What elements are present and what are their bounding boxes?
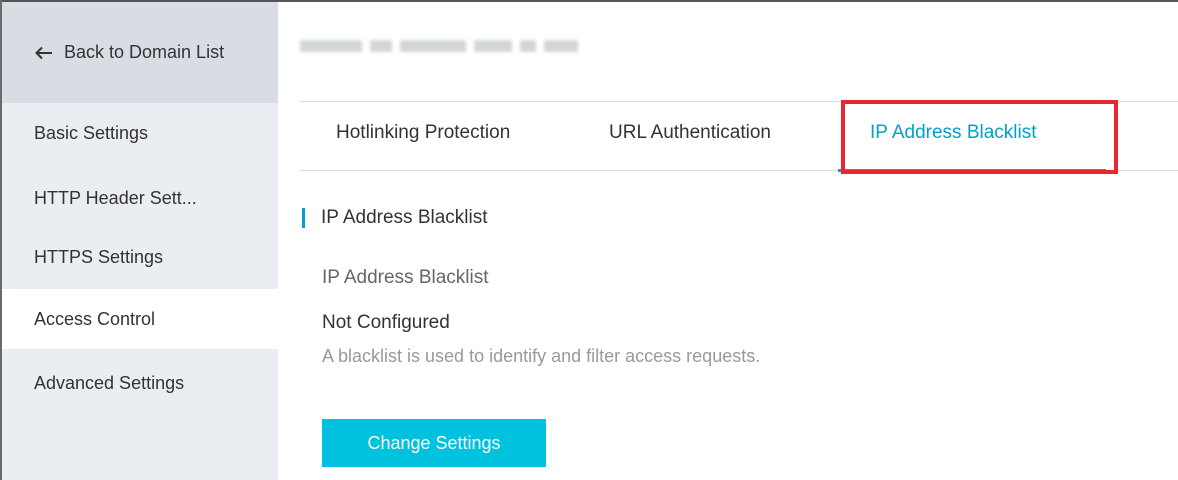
ip-blacklist-status-value: Not Configured	[322, 312, 450, 333]
sidebar-item-label: Basic Settings	[34, 122, 149, 143]
ip-blacklist-help-text: A blacklist is used to identify and filt…	[322, 346, 761, 366]
ip-blacklist-field-label: IP Address Blacklist	[322, 267, 489, 288]
sidebar-item-label: HTTP Header Sett...	[34, 187, 197, 208]
sidebar: Back to Domain List Basic Settings HTTP …	[2, 2, 278, 480]
sidebar-item-label: Advanced Settings	[34, 372, 185, 393]
sidebar-item-advanced-settings[interactable]: Advanced Settings	[2, 353, 278, 413]
sidebar-item-https-settings[interactable]: HTTPS Settings	[2, 227, 278, 287]
section-accent-bar	[302, 208, 305, 228]
sidebar-item-http-header-settings[interactable]: HTTP Header Sett...	[2, 168, 278, 228]
tab-label: URL Authentication	[609, 122, 771, 143]
highlight-annotation-box	[841, 100, 1118, 174]
back-to-domain-list-link[interactable]: Back to Domain List	[2, 2, 278, 103]
tab-hotlinking-protection[interactable]: Hotlinking Protection	[336, 122, 510, 152]
tab-label: Hotlinking Protection	[336, 122, 511, 143]
change-settings-button[interactable]: Change Settings	[322, 419, 546, 467]
page: Back to Domain List Basic Settings HTTP …	[0, 0, 1178, 480]
domain-name-redacted	[300, 40, 578, 52]
sidebar-item-label: Access Control	[34, 308, 156, 329]
tab-url-authentication[interactable]: URL Authentication	[609, 122, 771, 152]
section-title: IP Address Blacklist	[321, 207, 488, 228]
sidebar-item-basic-settings[interactable]: Basic Settings	[2, 103, 278, 163]
arrow-left-icon	[34, 46, 54, 60]
back-label: Back to Domain List	[64, 42, 225, 62]
sidebar-item-label: HTTPS Settings	[34, 246, 164, 267]
sidebar-item-access-control[interactable]: Access Control	[2, 289, 278, 349]
